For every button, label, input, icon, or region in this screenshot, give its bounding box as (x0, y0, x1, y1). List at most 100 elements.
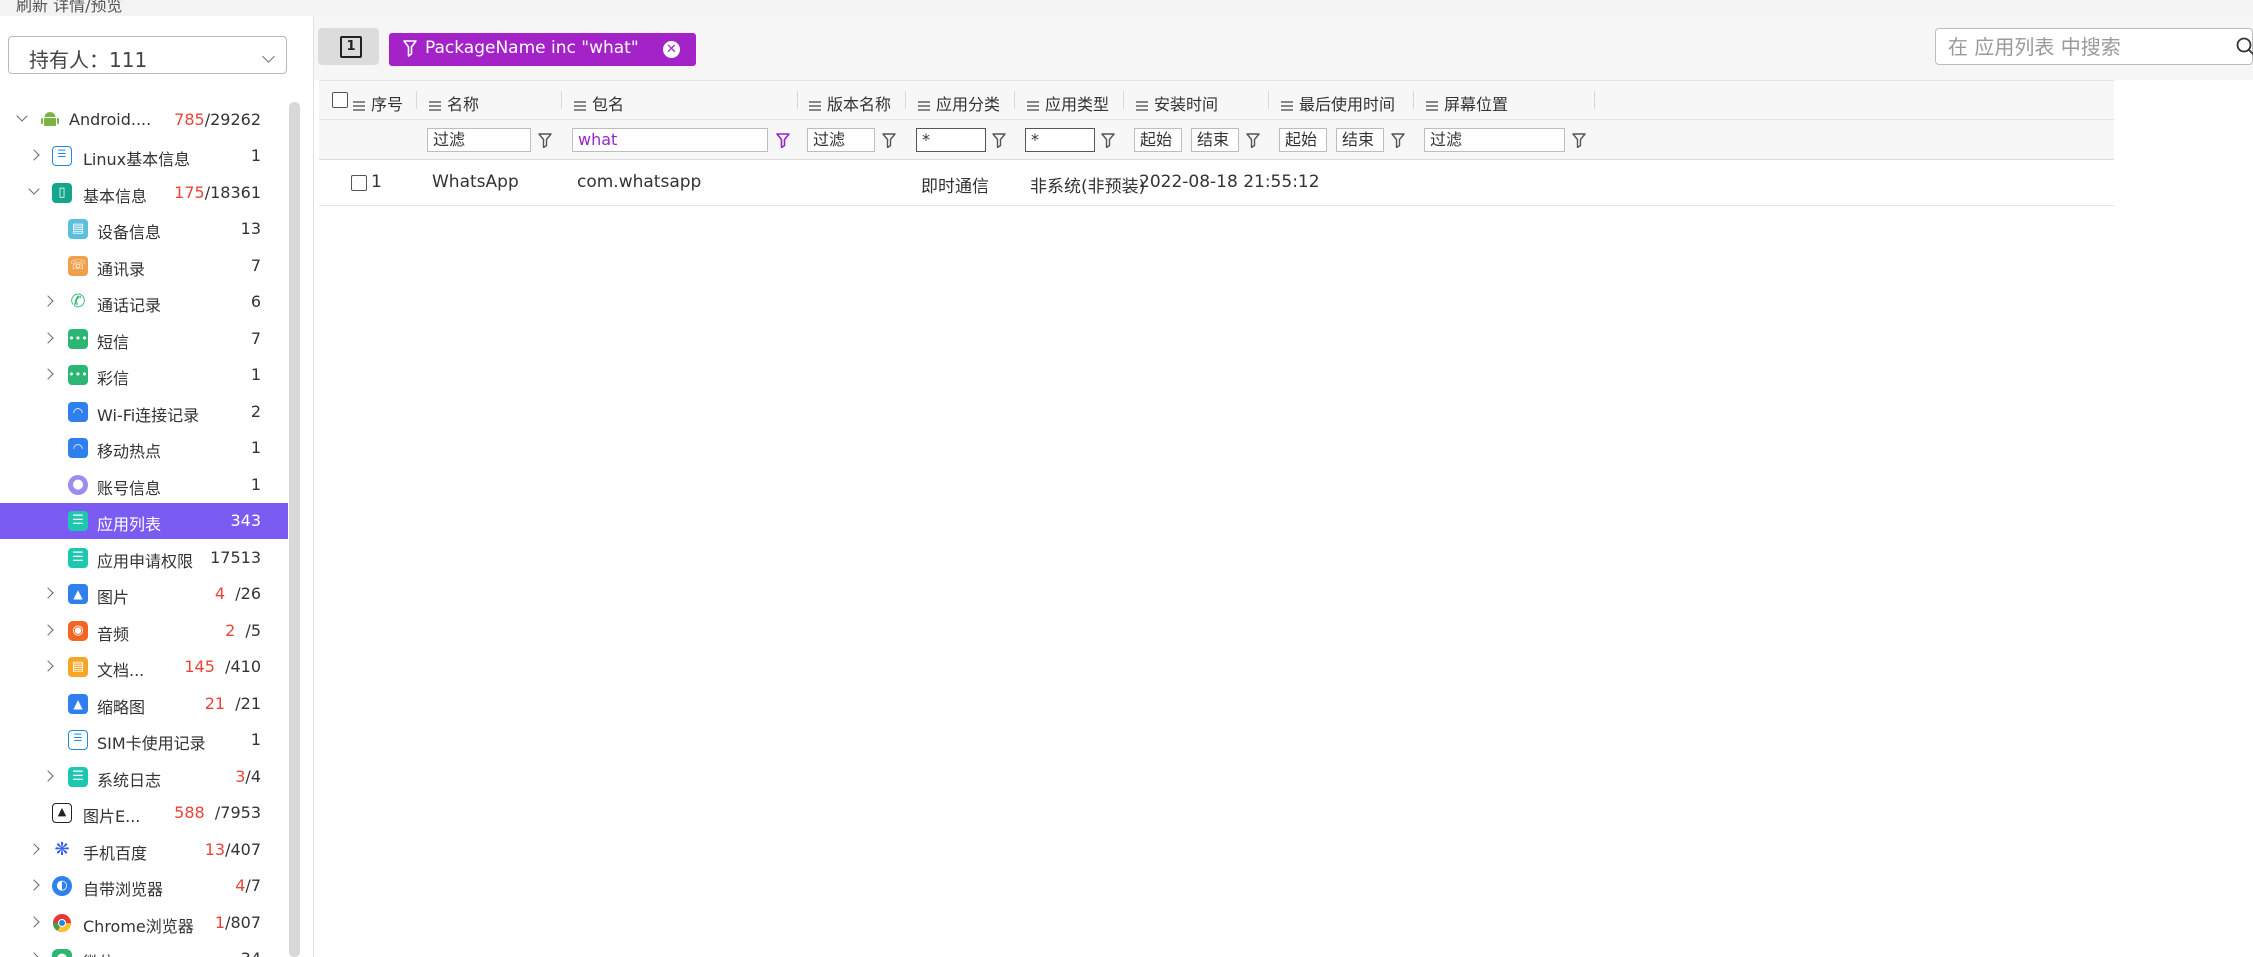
column-header-version[interactable]: 版本名称 (809, 91, 891, 115)
tree-item-label: 自带浏览器 (83, 880, 164, 899)
chevron-down-icon (262, 50, 275, 63)
tree-item-android[interactable]: Android.... 785/29262 (0, 102, 288, 138)
chevron-right-icon[interactable] (28, 149, 40, 161)
tree-item-contacts[interactable]: ☏ 通讯录 7 (0, 248, 288, 284)
tree-item-account-info[interactable]: ● 账号信息 1 (0, 467, 288, 503)
column-separator[interactable] (1123, 91, 1124, 109)
tree-item-system-log[interactable]: ☰ 系统日志 3/4 (0, 759, 288, 795)
tree-item-images[interactable]: ▲ 图片 4 /26 (0, 576, 288, 612)
filter-select-type[interactable]: * (1025, 128, 1095, 152)
column-header-index[interactable]: 序号 (353, 91, 403, 115)
filter-icon[interactable] (1101, 133, 1115, 148)
tree-item-documents[interactable]: ▤ 文档... 145 /410 (0, 649, 288, 685)
chevron-right-icon[interactable] (42, 368, 54, 380)
filter-icon[interactable] (1246, 133, 1260, 148)
filter-icon[interactable] (1572, 133, 1586, 148)
column-separator[interactable] (561, 91, 562, 109)
filter-install-start[interactable]: 起始 (1134, 128, 1182, 152)
tree-item-call-log[interactable]: ✆ 通话记录 6 (0, 284, 288, 320)
chevron-right-icon[interactable] (42, 587, 54, 599)
column-header-screen-position[interactable]: 屏幕位置 (1426, 91, 1508, 115)
filter-icon[interactable] (882, 133, 896, 148)
main-panel: 1 PackageName inc "what" ✕ 序号 名称 包名 版本名称… (314, 16, 2253, 957)
table-row[interactable]: 1 WhatsApp com.whatsapp 即时通信 非系统(非预装) 20… (319, 160, 2114, 206)
column-separator[interactable] (1014, 91, 1015, 109)
filter-icon[interactable] (992, 133, 1006, 148)
tree-item-mms[interactable]: ••• 彩信 1 (0, 357, 288, 393)
tree-item-label: 系统日志 (97, 771, 162, 790)
chevron-right-icon[interactable] (28, 879, 40, 891)
tree-item-app-permissions[interactable]: ☰ 应用申请权限 17513 (0, 540, 288, 576)
account-icon: ● (68, 475, 88, 495)
filter-lastuse-start[interactable]: 起始 (1279, 128, 1327, 152)
column-separator[interactable] (797, 91, 798, 109)
tree-item-thumbnails[interactable]: ▲ 缩略图 21 /21 (0, 686, 288, 722)
filter-select-category[interactable]: * (916, 128, 986, 152)
sidebar: 持有人：111 Android.... 785/29262 ☰ Linux基本信… (0, 16, 314, 957)
column-header-package[interactable]: 包名 (574, 91, 624, 115)
filter-input-name[interactable]: 过滤 (427, 128, 531, 152)
sidebar-scrollbar[interactable] (289, 102, 300, 957)
tree-item-hotspot[interactable]: ◠ 移动热点 1 (0, 430, 288, 466)
column-header-install-time[interactable]: 安装时间 (1136, 91, 1218, 115)
column-header-category[interactable]: 应用分类 (918, 91, 1000, 115)
column-separator[interactable] (905, 91, 906, 109)
column-separator[interactable] (416, 91, 417, 109)
owner-select[interactable]: 持有人：111 (8, 36, 287, 74)
chevron-right-icon[interactable] (42, 624, 54, 636)
tree-item-wifi-log[interactable]: ◠ Wi-Fi连接记录 2 (0, 394, 288, 430)
tree-item-count: 145 /410 (184, 657, 261, 676)
tree-item-baidu[interactable]: ❋ 手机百度 13/407 (0, 832, 288, 868)
search-input[interactable] (1946, 33, 2210, 61)
filter-icon[interactable] (538, 133, 552, 148)
filter-input-package[interactable]: what (572, 128, 768, 152)
chevron-right-icon[interactable] (42, 660, 54, 672)
search-icon[interactable] (2236, 37, 2253, 57)
tree-item-label: 设备信息 (97, 223, 162, 242)
chevron-down-icon[interactable] (28, 183, 40, 195)
chevron-down-icon[interactable] (16, 110, 28, 122)
tree-item-count: 21 /21 (204, 694, 261, 713)
column-header-type[interactable]: 应用类型 (1027, 91, 1109, 115)
filter-chip[interactable]: PackageName inc "what" ✕ (389, 33, 696, 66)
tree-item-chrome[interactable]: Chrome浏览器 1/807 (0, 905, 288, 941)
filter-input-version[interactable]: 过滤 (807, 128, 875, 152)
tree-item-builtin-browser[interactable]: ◐ 自带浏览器 4/7 (0, 868, 288, 904)
tree-item-wechat[interactable]: ● 微信 34 (0, 941, 288, 957)
tree-item-sim-log[interactable]: ☰ SIM卡使用记录 1 (0, 722, 288, 758)
chevron-right-icon[interactable] (28, 952, 40, 957)
chevron-right-icon[interactable] (28, 843, 40, 855)
row-checkbox[interactable] (351, 175, 367, 191)
column-header-last-use[interactable]: 最后使用时间 (1281, 91, 1395, 115)
chevron-right-icon[interactable] (28, 916, 40, 928)
filter-icon (403, 40, 417, 57)
tree-item-app-list[interactable]: ☰ 应用列表 343 (0, 503, 288, 539)
column-header-name[interactable]: 名称 (429, 91, 479, 115)
filter-lastuse-end[interactable]: 结束 (1336, 128, 1384, 152)
chevron-right-icon[interactable] (42, 332, 54, 344)
filter-icon[interactable] (776, 133, 790, 148)
toolbar: 1 PackageName inc "what" ✕ (314, 16, 2253, 80)
image-icon: ▲ (68, 694, 88, 714)
select-all-checkbox[interactable] (332, 92, 348, 108)
chevron-right-icon[interactable] (42, 770, 54, 782)
tree-item-device-info[interactable]: ▤ 设备信息 13 (0, 211, 288, 247)
filter-icon[interactable] (1391, 133, 1405, 148)
tree-item-count: 34 (241, 949, 261, 957)
tree-item-picture-exif[interactable]: ▲ 图片E... 588 /7953 (0, 795, 288, 831)
view-toggle-button[interactable]: 1 (318, 28, 379, 65)
filter-install-end[interactable]: 结束 (1191, 128, 1239, 152)
tree-item-linux-info[interactable]: ☰ Linux基本信息 1 (0, 138, 288, 174)
tree-item-audio[interactable]: ◉ 音频 2 /5 (0, 613, 288, 649)
chevron-right-icon[interactable] (42, 295, 54, 307)
column-separator[interactable] (1413, 91, 1414, 109)
tree-item-sms[interactable]: ••• 短信 7 (0, 321, 288, 357)
column-separator[interactable] (1268, 91, 1269, 109)
tree-item-label: 短信 (97, 333, 130, 352)
filter-input-screen[interactable]: 过滤 (1424, 128, 1565, 152)
tree-item-basic-info[interactable]: ▯ 基本信息 175/18361 (0, 175, 288, 211)
column-separator[interactable] (1594, 91, 1595, 109)
search-box[interactable] (1935, 28, 2253, 65)
tree-item-count: 3/4 (235, 767, 261, 786)
close-icon[interactable]: ✕ (663, 41, 680, 58)
